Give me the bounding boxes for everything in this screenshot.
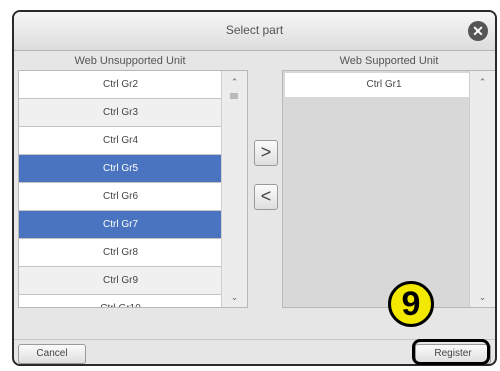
close-icon[interactable]: ✕ xyxy=(468,21,488,41)
scroll-up-icon[interactable]: ⌃ xyxy=(222,77,247,88)
list-item[interactable]: Ctrl Gr10 xyxy=(19,295,222,307)
register-highlight xyxy=(412,339,490,365)
list-item[interactable]: Ctrl Gr8 xyxy=(19,239,222,267)
scroll-down-icon[interactable]: ⌄ xyxy=(470,292,495,303)
move-to-supported-button[interactable]: > xyxy=(254,140,278,166)
list-item[interactable]: Ctrl Gr1 xyxy=(285,73,483,97)
move-to-unsupported-button[interactable]: < xyxy=(254,184,278,210)
list-item[interactable]: Ctrl Gr9 xyxy=(19,267,222,295)
list-item[interactable]: Ctrl Gr2 xyxy=(19,71,222,99)
dialog-titlebar: Select part ✕ xyxy=(14,12,495,51)
list-item[interactable]: Ctrl Gr4 xyxy=(19,127,222,155)
supported-panel-label: Web Supported Unit xyxy=(339,55,439,67)
supported-unit-list[interactable]: Ctrl Gr1 ⌃ ⌄ xyxy=(282,70,495,308)
unsupported-unit-list[interactable]: Ctrl Gr2 Ctrl Gr3 Ctrl Gr4 Ctrl Gr5 Ctrl… xyxy=(18,70,248,308)
unsupported-unit-rows: Ctrl Gr2 Ctrl Gr3 Ctrl Gr4 Ctrl Gr5 Ctrl… xyxy=(19,71,222,307)
list-item-selected[interactable]: Ctrl Gr7 xyxy=(19,211,222,239)
step-callout: 9 xyxy=(388,281,434,327)
list-item[interactable]: Ctrl Gr6 xyxy=(19,183,222,211)
scroll-up-icon[interactable]: ⌃ xyxy=(470,77,495,88)
cancel-button[interactable]: Cancel xyxy=(18,344,86,364)
list-item-selected[interactable]: Ctrl Gr5 xyxy=(19,155,222,183)
scroll-thumb[interactable] xyxy=(230,93,238,99)
dialog-title: Select part xyxy=(225,23,284,37)
list-item[interactable]: Ctrl Gr3 xyxy=(19,99,222,127)
unsupported-panel-label: Web Unsupported Unit xyxy=(74,55,186,67)
scroll-down-icon[interactable]: ⌄ xyxy=(222,292,247,303)
left-scrollbar[interactable]: ⌃ ⌄ xyxy=(221,71,247,307)
right-scrollbar[interactable]: ⌃ ⌄ xyxy=(469,71,495,307)
